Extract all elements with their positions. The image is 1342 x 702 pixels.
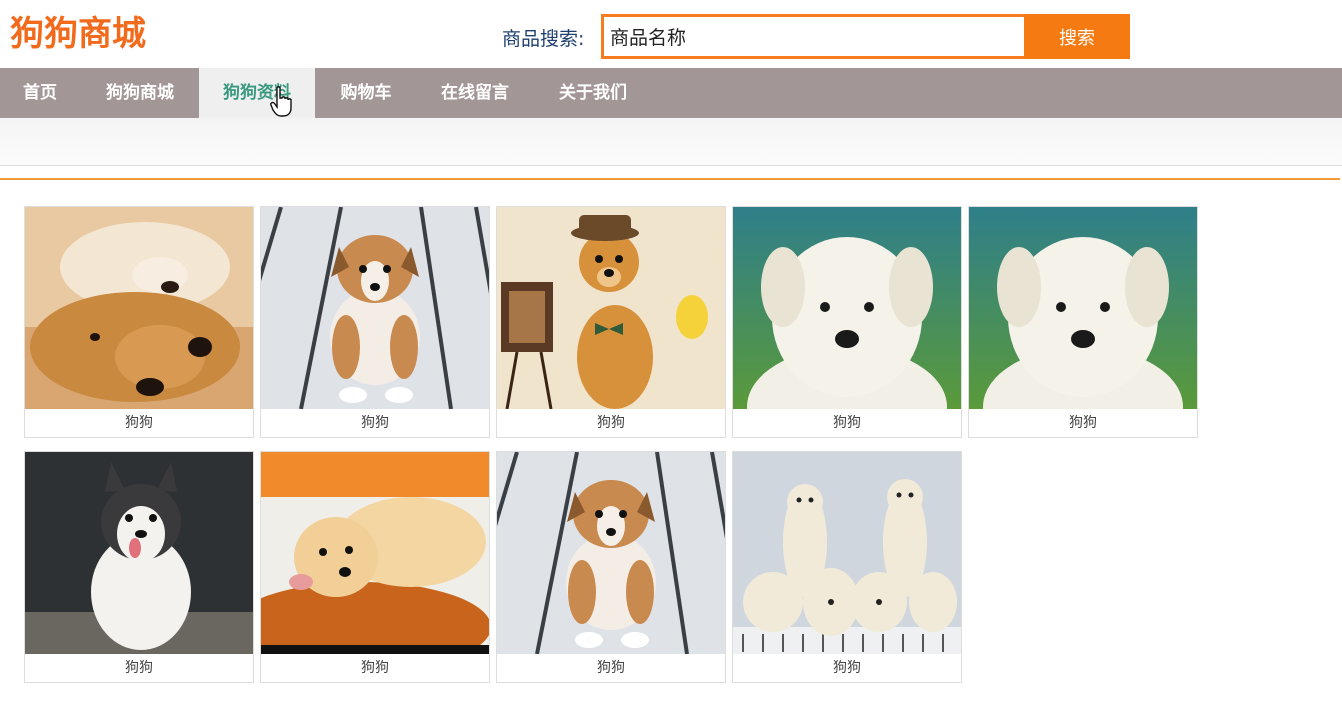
product-card[interactable]: 狗狗 — [968, 206, 1198, 438]
divider-line — [0, 178, 1340, 180]
product-caption[interactable]: 狗狗 — [25, 409, 253, 437]
nav-item-dog-mall[interactable]: 狗狗商城 — [80, 68, 200, 118]
product-card[interactable]: 狗狗 — [496, 206, 726, 438]
sub-bar — [0, 118, 1342, 166]
product-caption[interactable]: 狗狗 — [733, 654, 961, 682]
nav-item-about-us[interactable]: 关于我们 — [533, 68, 653, 118]
site-header: 狗狗商城 商品搜索: 搜索 — [0, 0, 1342, 68]
product-card[interactable]: 狗狗 — [24, 451, 254, 683]
nav-item-home[interactable]: 首页 — [0, 68, 80, 118]
dog-photo[interactable] — [733, 207, 961, 409]
product-card[interactable]: 狗狗 — [496, 451, 726, 683]
search-input[interactable] — [601, 14, 1027, 59]
dog-photo[interactable] — [733, 452, 961, 654]
nav-item-cart[interactable]: 购物车 — [315, 68, 417, 118]
product-card[interactable]: 狗狗 — [260, 206, 490, 438]
product-caption[interactable]: 狗狗 — [733, 409, 961, 437]
product-card[interactable]: 狗狗 — [260, 451, 490, 683]
nav-item-guestbook[interactable]: 在线留言 — [417, 68, 533, 118]
dog-photo[interactable] — [261, 207, 489, 409]
dog-photo[interactable] — [25, 452, 253, 654]
dog-photo[interactable] — [25, 207, 253, 409]
product-caption[interactable]: 狗狗 — [25, 654, 253, 682]
dog-photo[interactable] — [261, 452, 489, 654]
product-caption[interactable]: 狗狗 — [969, 409, 1197, 437]
product-caption[interactable]: 狗狗 — [497, 409, 725, 437]
dog-photo[interactable] — [969, 207, 1197, 409]
dog-photo[interactable] — [497, 207, 725, 409]
search-label: 商品搜索: — [502, 28, 585, 50]
product-caption[interactable]: 狗狗 — [261, 654, 489, 682]
dog-photo[interactable] — [497, 452, 725, 654]
search-button[interactable]: 搜索 — [1024, 14, 1130, 59]
product-card[interactable]: 狗狗 — [732, 206, 962, 438]
product-card[interactable]: 狗狗 — [24, 206, 254, 438]
site-logo[interactable]: 狗狗商城 — [10, 6, 146, 55]
main-nav: 首页 狗狗商城 狗狗资料 购物车 在线留言 关于我们 — [0, 68, 1342, 118]
product-caption[interactable]: 狗狗 — [261, 409, 489, 437]
hand-pointer-icon — [270, 86, 292, 117]
nav-item-dog-info[interactable]: 狗狗资料 — [199, 68, 315, 118]
product-card[interactable]: 狗狗 — [732, 451, 962, 683]
product-caption[interactable]: 狗狗 — [497, 654, 725, 682]
